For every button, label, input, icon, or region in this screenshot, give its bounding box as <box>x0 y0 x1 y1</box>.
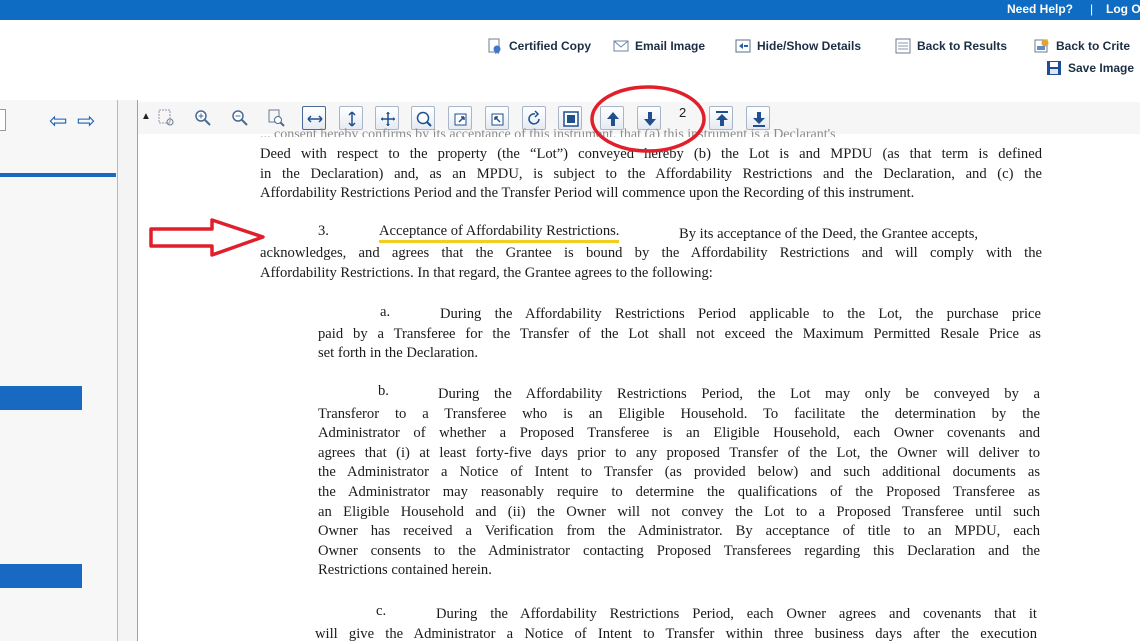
viewer-app: Need Help? | Log O Certified Copy Email … <box>0 0 1140 641</box>
red-circle-annotation <box>590 85 706 153</box>
annotation-overlay <box>149 85 706 257</box>
red-arrow-annotation <box>149 218 265 257</box>
